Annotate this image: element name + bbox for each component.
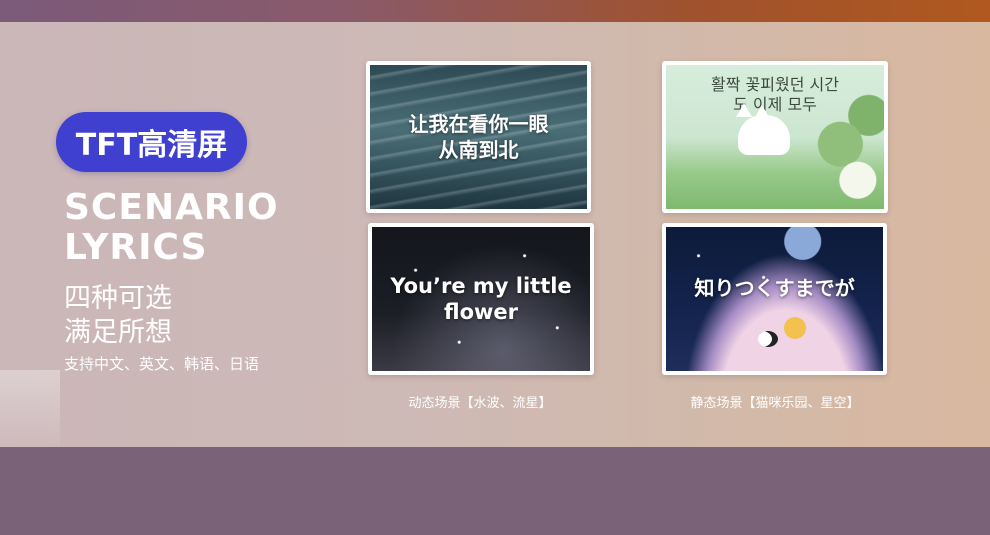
cat-illustration (738, 115, 790, 155)
scene-card-water: 让我在看你一眼 从南到北 (366, 61, 591, 213)
night-scene-image: You’re my little flower (372, 227, 590, 371)
little-prince-illustration (784, 317, 806, 339)
panda-illustration (758, 331, 778, 347)
water-scene-image: 让我在看你一眼 从南到北 (370, 65, 587, 209)
bottom-color-band (0, 447, 990, 535)
language-support-text: 支持中文、英文、韩语、日语 (64, 355, 260, 373)
static-scene-caption: 静态场景【猫咪乐园、星空】 (690, 396, 860, 411)
top-color-band (0, 0, 990, 22)
night-lyric-line-1: You’re my little (390, 274, 572, 298)
scene-card-garden: 활짝 꽃피웠던 시간 도 이제 모두 (662, 61, 888, 213)
space-scene-image: 知りつくすまでが (666, 227, 883, 371)
water-lyric-line-1: 让我在看你一眼 (408, 112, 549, 136)
heading-line-2: LYRICS (64, 227, 208, 268)
garden-lyric-line-1: 활짝 꽃피웠던 시간 (711, 75, 839, 94)
subtitle-line-2: 满足所想 (64, 317, 172, 348)
scenario-lyrics-heading: SCENARIO LYRICS (64, 188, 279, 268)
decorative-fade (0, 370, 60, 447)
water-lyric-line-2: 从南到北 (438, 138, 519, 162)
dynamic-scene-caption: 动态场景【水波、流星】 (408, 396, 552, 411)
water-lyric: 让我在看你一眼 从南到北 (409, 111, 549, 163)
subtitle-line-1: 四种可选 (64, 283, 172, 314)
subtitle: 四种可选 满足所想 (64, 282, 172, 350)
scene-card-night: You’re my little flower (368, 223, 594, 375)
garden-lyric-line-2: 도 이제 모두 (733, 95, 817, 114)
garden-scene-image: 활짝 꽃피웠던 시간 도 이제 모두 (666, 65, 884, 209)
space-lyric: 知りつくすまでが (694, 276, 855, 300)
garden-lyric: 활짝 꽃피웠던 시간 도 이제 모두 (666, 75, 884, 115)
night-lyric: You’re my little flower (390, 273, 571, 325)
cat-ear-icon (736, 103, 752, 117)
scene-card-space: 知りつくすまでが (662, 223, 887, 375)
tft-screen-badge: TFT高清屏 (56, 112, 247, 172)
badge-label: TFT高清屏 (75, 128, 228, 163)
heading-line-1: SCENARIO (64, 187, 279, 228)
night-lyric-line-2: flower (444, 300, 518, 324)
